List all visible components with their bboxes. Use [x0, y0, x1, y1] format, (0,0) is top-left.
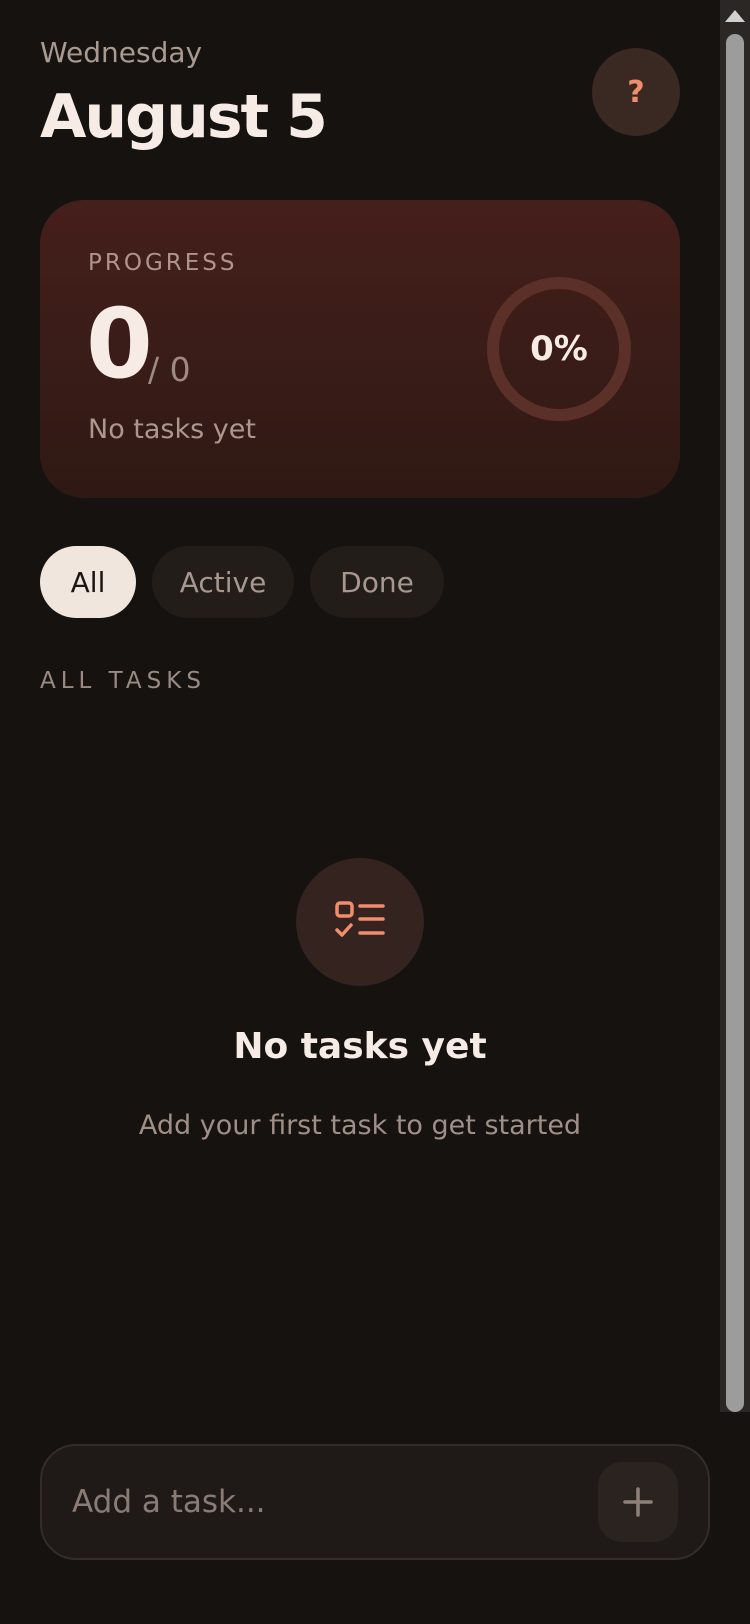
scroll-up-arrow-icon[interactable] [725, 10, 745, 22]
empty-state-badge [296, 858, 424, 986]
help-button[interactable]: ? [592, 48, 680, 136]
progress-percent: 0% [530, 329, 588, 369]
filter-active[interactable]: Active [152, 546, 294, 618]
task-input[interactable] [72, 1476, 592, 1528]
weekday-label: Wednesday [40, 36, 203, 69]
progress-card: PROGRESS 0 / 0 No tasks yet 0% [40, 200, 680, 498]
filter-all[interactable]: All [40, 546, 136, 618]
progress-subtitle: No tasks yet [88, 414, 256, 445]
task-list-icon [335, 901, 385, 937]
completed-count: 0 [86, 288, 153, 400]
app: Wednesday August 5 ? PROGRESS 0 / 0 No t… [0, 0, 750, 1624]
total-count: / 0 [148, 350, 191, 389]
plus-icon [623, 1487, 653, 1517]
progress-label: PROGRESS [88, 250, 238, 276]
page-title: August 5 [40, 82, 328, 152]
filter-done[interactable]: Done [310, 546, 444, 618]
empty-state-title: No tasks yet [233, 1026, 487, 1067]
question-mark-icon: ? [627, 74, 645, 110]
empty-state-subtitle: Add your first task to get started [138, 1110, 582, 1141]
add-task-button[interactable] [598, 1462, 678, 1542]
task-composer [40, 1444, 710, 1560]
scrollbar-thumb[interactable] [726, 34, 744, 1412]
section-title: ALL TASKS [40, 668, 206, 694]
